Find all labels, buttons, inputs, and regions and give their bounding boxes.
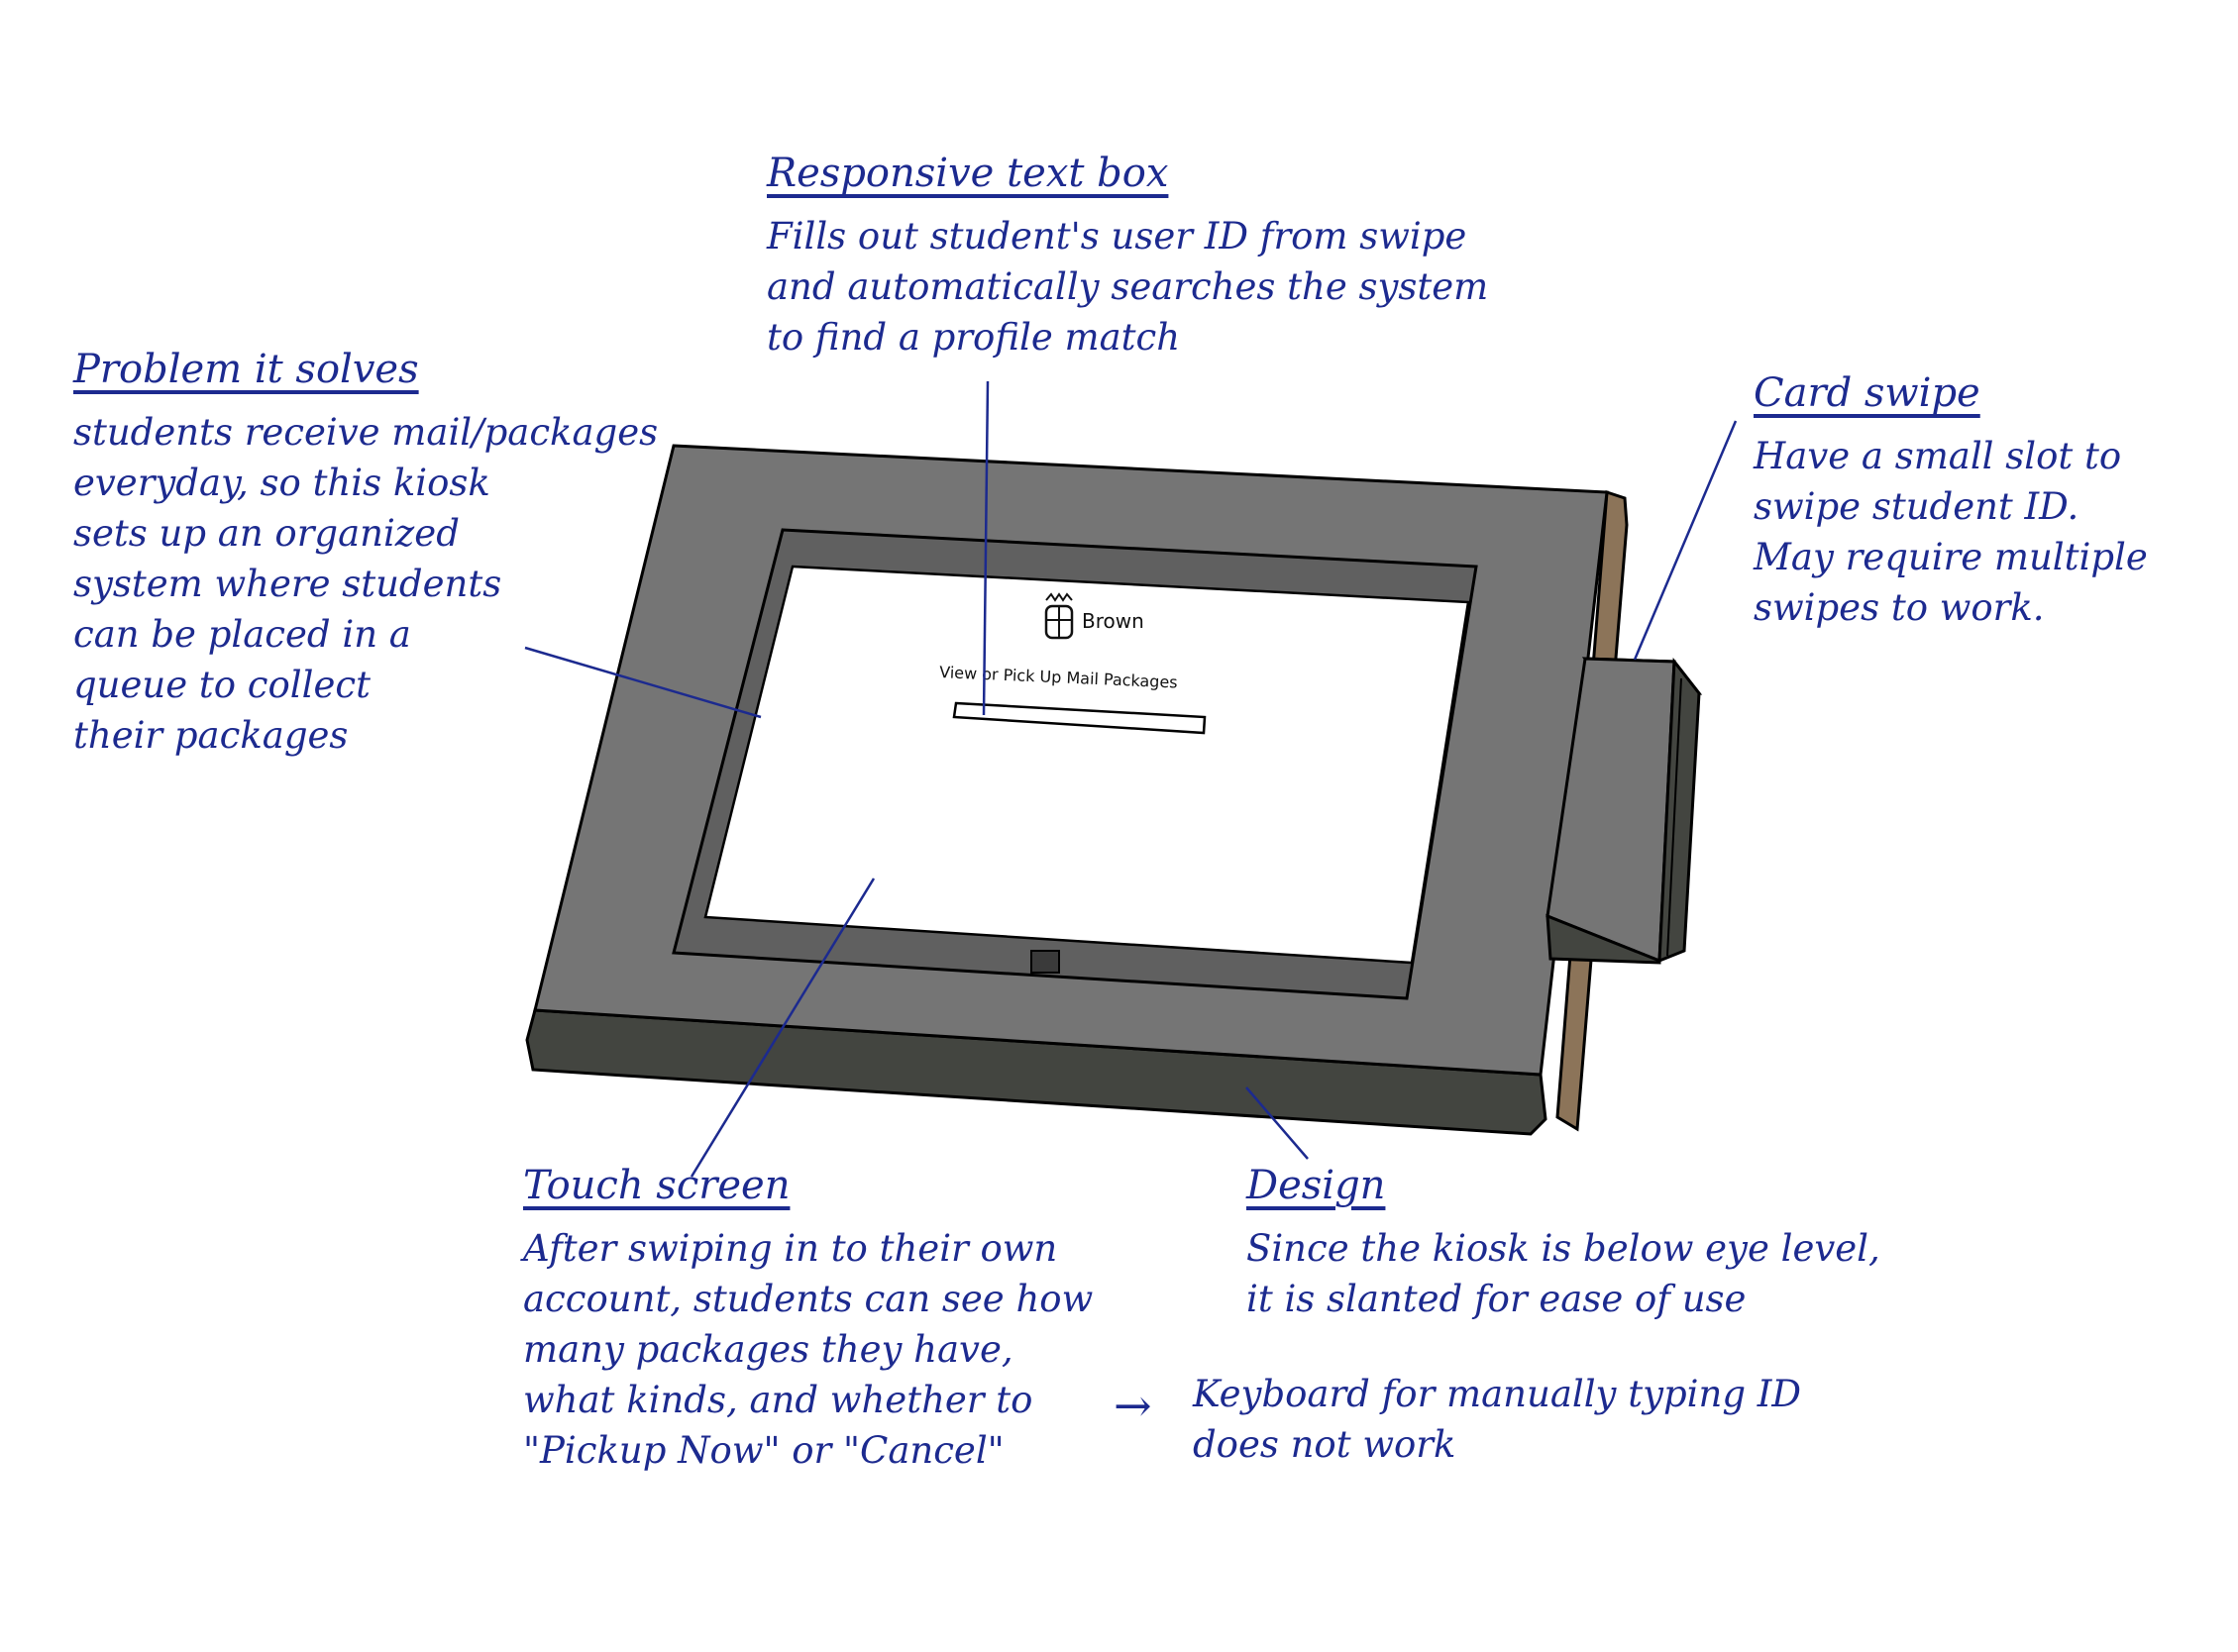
note-line: system where students — [73, 563, 502, 606]
note-line: Since the kiosk is below eye level, — [1246, 1227, 1880, 1271]
note-line: and automatically searches the system — [767, 265, 1489, 309]
note-title: Card swipe — [1754, 370, 1980, 416]
note-card-swipe: Card swipe Have a small slot to swipe st… — [1754, 366, 2148, 633]
note-title: Responsive text box — [767, 151, 1169, 196]
note-line: swipes to work. — [1754, 586, 2045, 630]
home-button[interactable] — [1030, 950, 1060, 974]
note-line: what kinds, and whether to — [523, 1379, 1033, 1422]
note-line: to find a profile match — [767, 316, 1181, 360]
note-line: "Pickup Now" or "Cancel" — [523, 1429, 1005, 1473]
note-line: it is slanted for ease of use — [1246, 1278, 1747, 1321]
note-line: account, students can see how — [523, 1278, 1094, 1321]
note-title: Problem it solves — [73, 347, 419, 392]
note-keyboard-arrow: → — [1114, 1375, 1152, 1437]
note-design: Design Since the kiosk is below eye leve… — [1246, 1159, 1880, 1324]
note-responsive-text-box: Responsive text box Fills out student's … — [767, 147, 1488, 362]
note-line: Keyboard for manually typing ID — [1193, 1373, 1802, 1415]
note-title: Design — [1246, 1163, 1386, 1208]
note-line: Have a small slot to — [1754, 435, 2122, 478]
note-line: May require multiple — [1754, 536, 2148, 579]
arrow-right-icon: → — [1114, 1379, 1152, 1432]
note-line: queue to collect — [73, 664, 371, 707]
brand-label: Brown — [1082, 609, 1144, 633]
note-touch-screen: Touch screen After swiping in to their o… — [523, 1159, 1093, 1476]
note-line: does not work — [1193, 1423, 1456, 1467]
note-line: Fills out student's user ID from swipe — [767, 215, 1467, 258]
note-line: many packages they have, — [523, 1328, 1013, 1372]
note-line: can be placed in a — [73, 613, 411, 657]
note-title: Touch screen — [523, 1163, 791, 1208]
leader-card-swipe — [1633, 420, 1738, 661]
note-line: sets up an organized — [73, 512, 460, 556]
note-line: swipe student ID. — [1754, 485, 2079, 529]
note-problem: Problem it solves students receive mail/… — [73, 343, 658, 762]
note-line: their packages — [73, 714, 349, 758]
note-line: everyday, so this kiosk — [73, 462, 490, 505]
note-line: students receive mail/packages — [73, 411, 659, 455]
note-line: After swiping in to their own — [523, 1227, 1058, 1271]
note-keyboard: Keyboard for manually typing ID does not… — [1193, 1369, 1801, 1470]
